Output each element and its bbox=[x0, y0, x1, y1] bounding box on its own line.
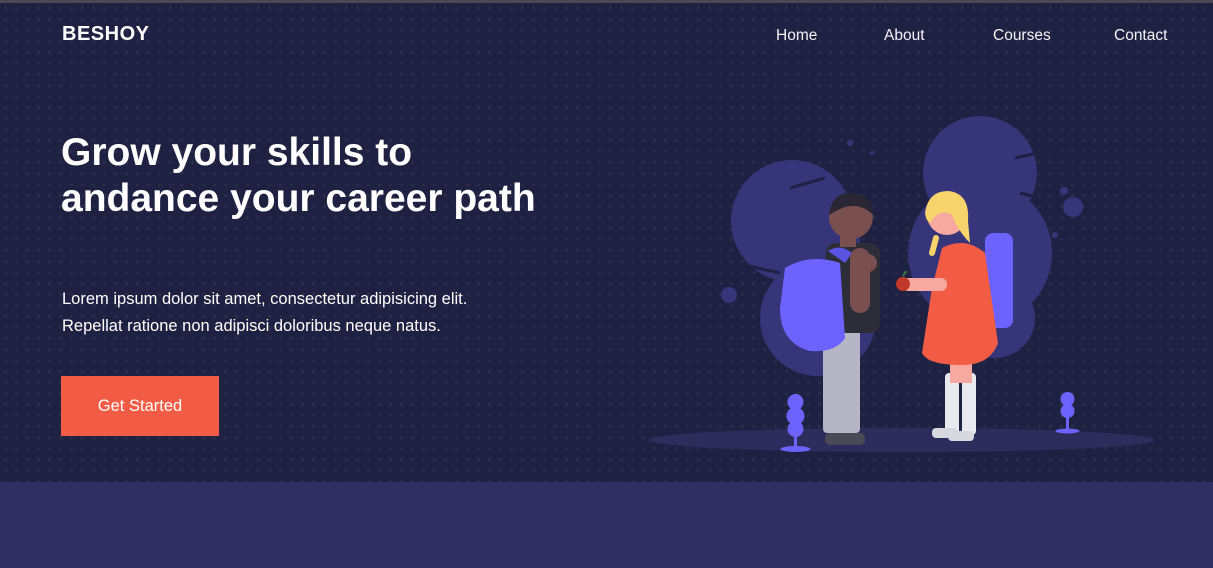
hero-description-line-1: Lorem ipsum dolor sit amet, consectetur … bbox=[62, 290, 468, 308]
nav-link-contact[interactable]: Contact bbox=[1114, 27, 1167, 45]
nav-link-home[interactable]: Home bbox=[776, 27, 817, 45]
hero-headline: Grow your skills to andance your career … bbox=[61, 131, 536, 220]
hero-description-line-2: Repellat ratione non adipisci doloribus … bbox=[62, 317, 441, 335]
small-tree-right bbox=[1055, 392, 1080, 434]
students-illustration bbox=[649, 116, 1155, 452]
nav-link-courses[interactable]: Courses bbox=[993, 27, 1051, 45]
get-started-button[interactable]: Get Started bbox=[61, 376, 219, 436]
hero-section: BESHOY Home About Courses Contact Grow y… bbox=[0, 3, 1213, 482]
hero-description: Lorem ipsum dolor sit amet, consectetur … bbox=[62, 286, 542, 340]
main-nav: Home About Courses Contact bbox=[0, 27, 1213, 51]
next-section bbox=[0, 482, 1213, 568]
nav-link-about[interactable]: About bbox=[884, 27, 925, 45]
